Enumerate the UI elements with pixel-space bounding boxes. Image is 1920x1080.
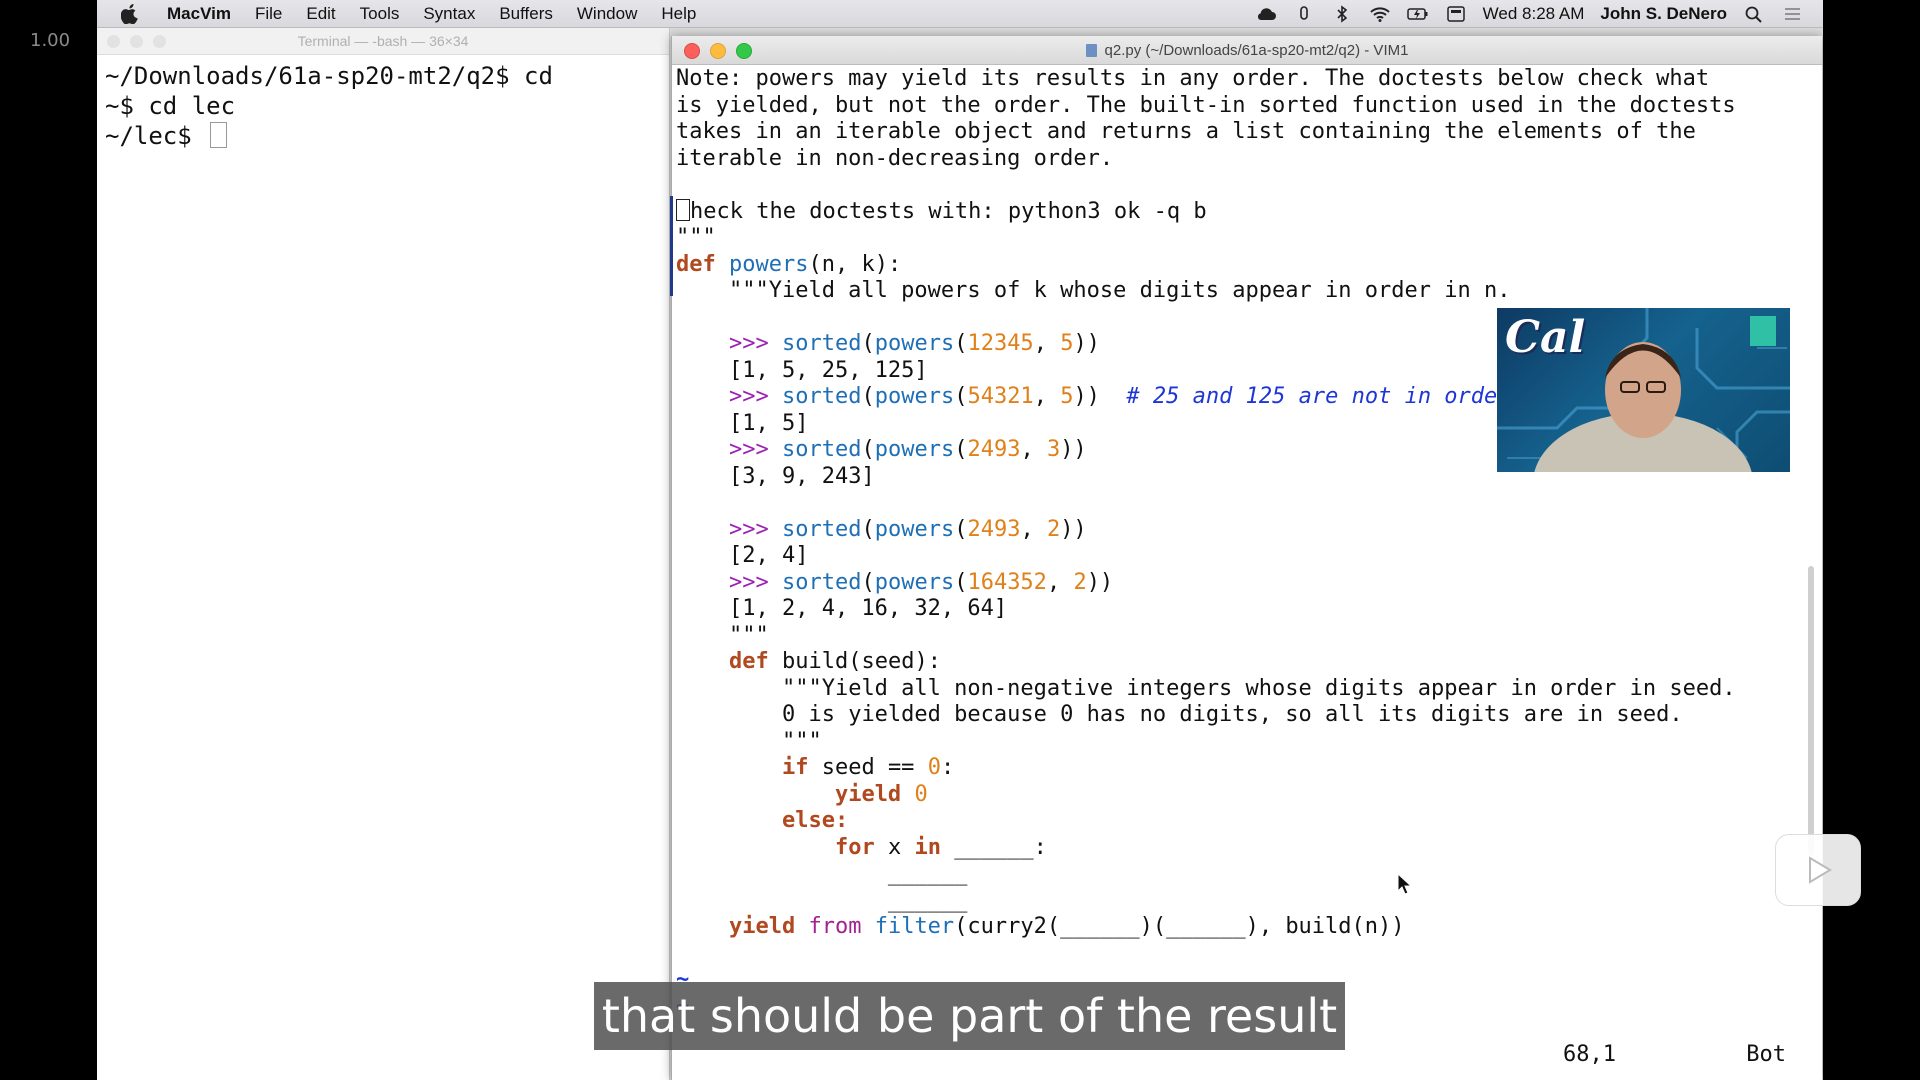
menu-tools[interactable]: Tools [348, 4, 412, 24]
terminal-cursor [210, 122, 228, 148]
close-button[interactable] [684, 43, 700, 59]
vim-cursor [676, 198, 690, 221]
zoom-button[interactable] [736, 43, 752, 59]
vim-window: q2.py (~/Downloads/61a-sp20-mt2/q2) - VI… [670, 36, 1822, 1080]
terminal-zoom-button[interactable] [153, 35, 166, 48]
code-line: is yielded, but not the order. The built… [676, 92, 1736, 118]
cal-logo: Cal [1505, 312, 1586, 363]
vim-titlebar: q2.py (~/Downloads/61a-sp20-mt2/q2) - VI… [672, 36, 1822, 65]
code-line: ______ [887, 861, 968, 886]
doctest-output: [1, 2, 4, 16, 32, 64] [728, 596, 1008, 621]
mic-icon[interactable] [1293, 5, 1315, 23]
code-line: yield from filter(curry2(______)(______)… [728, 914, 1405, 939]
code-line: for x in ______: [834, 834, 1047, 860]
menu-edit[interactable]: Edit [294, 4, 347, 24]
clock[interactable]: Wed 8:28 AM [1483, 4, 1585, 24]
code-line: def build(seed): [728, 649, 941, 674]
battery-icon[interactable] [1406, 5, 1429, 23]
keyboard-icon[interactable] [1445, 5, 1467, 23]
cloud-icon[interactable] [1255, 5, 1277, 23]
menu-help[interactable]: Help [649, 4, 708, 24]
vertical-scrollbar[interactable] [1808, 566, 1814, 856]
user-name[interactable]: John S. DeNero [1600, 4, 1727, 24]
bluetooth-icon[interactable] [1331, 4, 1353, 23]
status-area: Wed 8:28 AM John S. DeNero [1255, 4, 1823, 24]
code-line: heck the doctests with: python3 ok -q b [676, 198, 1804, 226]
vim-buffer[interactable]: Note: powers may yield its results in an… [676, 66, 1804, 1020]
play-button[interactable] [1775, 834, 1861, 906]
menu-file[interactable]: File [243, 4, 294, 24]
webcam-overlay: Cal [1497, 308, 1790, 472]
sign-column-marker [670, 196, 673, 296]
code-line: def powers(n, k): [676, 251, 902, 277]
desktop: MacVim File Edit Tools Syntax Buffers Wi… [97, 0, 1823, 1080]
terminal-output[interactable]: ~/Downloads/61a-sp20-mt2/q2$ cd ~$ cd le… [97, 55, 669, 157]
code-line: 0 is yielded because 0 has no digits, so… [781, 702, 1683, 727]
minimize-button[interactable] [710, 43, 726, 59]
terminal-line: ~/Downloads/61a-sp20-mt2/q2$ cd [105, 62, 553, 90]
wifi-icon[interactable] [1369, 5, 1391, 23]
play-icon [1809, 856, 1832, 884]
code-line: """ [781, 728, 822, 754]
code-line: yield 0 [834, 781, 928, 807]
doctest-line: >>> sorted(powers(2493, 2)) [728, 516, 1087, 542]
code-line: ______ [887, 887, 968, 913]
menu-buffers[interactable]: Buffers [487, 4, 565, 24]
vim-title: q2.py (~/Downloads/61a-sp20-mt2/q2) - VI… [1104, 41, 1409, 59]
terminal-titlebar: Terminal — -bash — 36×34 [97, 28, 669, 55]
doctest-output: [2, 4] [728, 543, 809, 568]
scroll-position: Bot [1746, 1042, 1786, 1067]
list-icon[interactable] [1781, 5, 1803, 23]
terminal-minimize-button[interactable] [130, 35, 143, 48]
terminal-window: Terminal — -bash — 36×34 ~/Downloads/61a… [97, 28, 670, 1080]
code-line: """ [728, 622, 769, 648]
apple-icon[interactable] [119, 3, 141, 25]
menu-bar: MacVim File Edit Tools Syntax Buffers Wi… [97, 0, 1823, 28]
code-line: else: [781, 808, 849, 833]
mouse-pointer-icon [1397, 873, 1411, 895]
doctest-line: >>> sorted(powers(164352, 2)) [728, 569, 1114, 595]
code-line: """Yield all powers of k whose digits ap… [676, 278, 1511, 303]
video-subtitle: that should be part of the result [594, 982, 1345, 1050]
code-line: if seed == 0: [781, 755, 955, 780]
playback-speed: 1.00 [30, 30, 71, 51]
terminal-line: ~$ cd lec [105, 92, 236, 120]
terminal-window-controls [107, 35, 166, 48]
menu-syntax[interactable]: Syntax [411, 4, 487, 24]
vim-window-controls [684, 43, 752, 59]
code-line: Note: powers may yield its results in an… [676, 66, 1710, 91]
terminal-prompt-line: ~/lec$ [105, 121, 661, 151]
document-icon [1085, 43, 1097, 57]
search-icon[interactable] [1743, 5, 1765, 23]
menu-app-name[interactable]: MacVim [155, 4, 243, 24]
menu-window[interactable]: Window [565, 4, 649, 24]
cursor-position: 68,1 [1563, 1042, 1616, 1067]
code-line: """ [676, 225, 716, 250]
teal-square [1750, 316, 1776, 346]
code-line: iterable in non-decreasing order. [676, 145, 1114, 171]
terminal-title: Terminal — -bash — 36×34 [297, 33, 469, 49]
terminal-close-button[interactable] [107, 35, 120, 48]
code-line: takes in an iterable object and returns … [676, 119, 1696, 144]
code-line: """Yield all non-negative integers whose… [781, 675, 1736, 701]
